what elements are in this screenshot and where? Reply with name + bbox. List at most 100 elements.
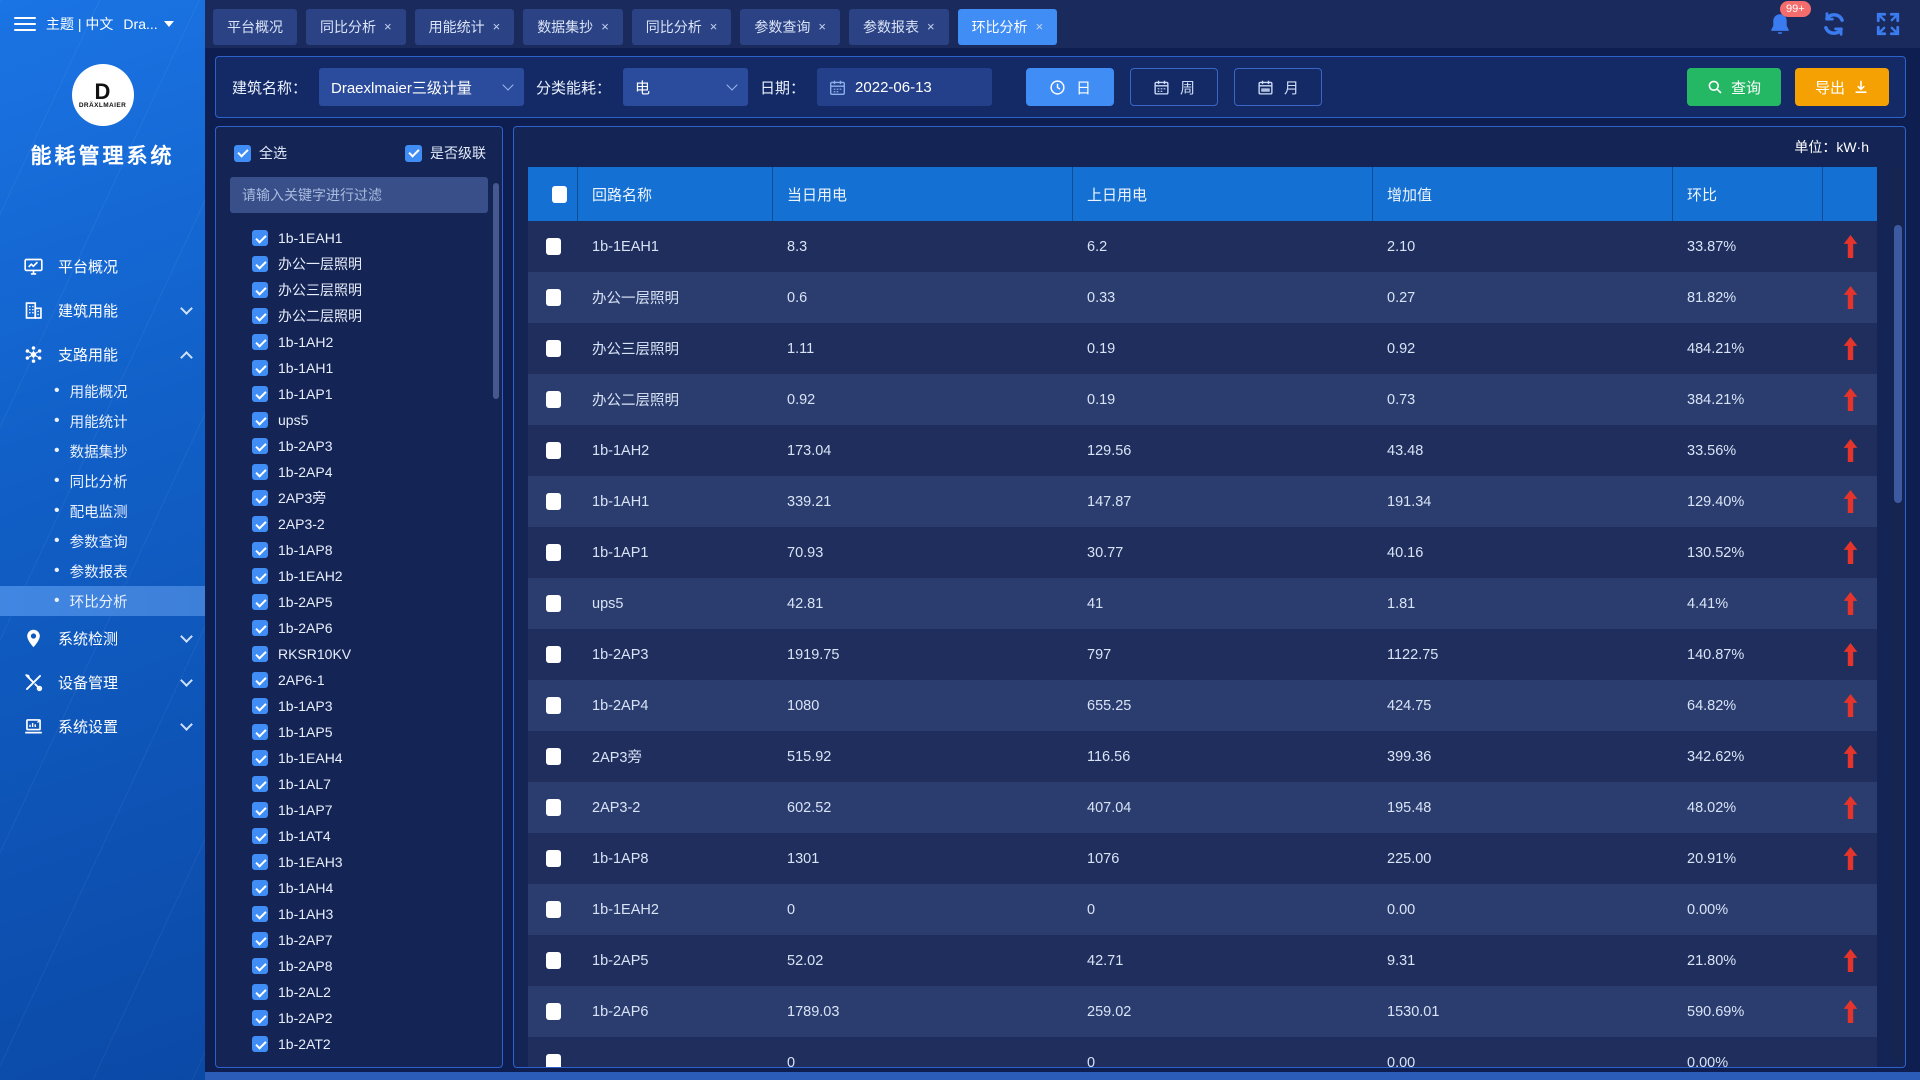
checkbox-checked-icon[interactable] [252,308,268,324]
sidebar-subitem-用能统计[interactable]: •用能统计 [0,406,205,436]
row-checkbox[interactable] [546,544,561,561]
row-checkbox[interactable] [546,442,561,459]
energy-category-select[interactable]: 电 [623,68,748,106]
column-header-增加值[interactable]: 增加值 [1373,167,1673,221]
row-checkbox[interactable] [546,697,561,714]
circuit-item-1b-1AP8[interactable]: 1b-1AP8 [252,537,488,563]
sidebar-item-支路用能[interactable]: 支路用能 [0,332,205,376]
select-all-rows-checkbox[interactable] [552,186,567,203]
tab-环比分析[interactable]: 环比分析× [958,9,1058,45]
circuit-item-办公一层照明[interactable]: 办公一层照明 [252,251,488,277]
circuit-item-1b-2AP5[interactable]: 1b-2AP5 [252,589,488,615]
column-header-当日用电[interactable]: 当日用电 [773,167,1073,221]
checkbox-checked-icon[interactable] [252,906,268,922]
tab-close-icon[interactable]: × [493,20,501,33]
tab-close-icon[interactable]: × [1036,20,1044,33]
checkbox-checked-icon[interactable] [252,620,268,636]
circuit-item-1b-1AH1[interactable]: 1b-1AH1 [252,355,488,381]
circuit-item-1b-1EAH3[interactable]: 1b-1EAH3 [252,849,488,875]
circuit-item-1b-1AH3[interactable]: 1b-1AH3 [252,901,488,927]
tab-同比分析[interactable]: 同比分析× [306,9,406,45]
checkbox-checked-icon[interactable] [252,932,268,948]
column-header-环比[interactable]: 环比 [1673,167,1823,221]
checkbox-checked-icon[interactable] [252,646,268,662]
circuit-item-1b-1AP7[interactable]: 1b-1AP7 [252,797,488,823]
export-button[interactable]: 导出 [1795,68,1889,106]
circuit-item-RKSR10KV[interactable]: RKSR10KV [252,641,488,667]
circuit-item-办公三层照明[interactable]: 办公三层照明 [252,277,488,303]
checkbox-checked-icon[interactable] [252,724,268,740]
keyword-filter-input[interactable] [230,177,488,213]
circuit-item-1b-1AH2[interactable]: 1b-1AH2 [252,329,488,355]
select-all-checkbox[interactable]: 全选 [234,143,287,163]
period-button-周[interactable]: 周 [1130,68,1218,106]
checkbox-checked-icon[interactable] [252,360,268,376]
checkbox-checked-icon[interactable] [252,594,268,610]
tab-参数报表[interactable]: 参数报表× [849,9,949,45]
circuit-item-1b-2AT2[interactable]: 1b-2AT2 [252,1031,488,1057]
row-checkbox[interactable] [546,799,561,816]
sidebar-item-设备管理[interactable]: 设备管理 [0,660,205,704]
checkbox-checked-icon[interactable] [252,776,268,792]
tab-close-icon[interactable]: × [927,20,935,33]
row-checkbox[interactable] [546,595,561,612]
circuit-item-1b-2AL2[interactable]: 1b-2AL2 [252,979,488,1005]
circuit-item-2AP3旁[interactable]: 2AP3旁 [252,485,488,511]
hamburger-icon[interactable] [14,17,36,31]
circuit-item-1b-1AP3[interactable]: 1b-1AP3 [252,693,488,719]
tab-参数查询[interactable]: 参数查询× [740,9,840,45]
row-checkbox[interactable] [546,1054,561,1067]
row-checkbox[interactable] [546,646,561,663]
sidebar-item-系统检测[interactable]: 系统检测 [0,616,205,660]
circuit-item-1b-2AP6[interactable]: 1b-2AP6 [252,615,488,641]
sidebar-item-系统设置[interactable]: 系统设置 [0,704,205,748]
row-checkbox[interactable] [546,493,561,510]
column-header-上日用电[interactable]: 上日用电 [1073,167,1373,221]
tab-同比分析[interactable]: 同比分析× [632,9,732,45]
notifications-bell-icon[interactable]: 99+ [1766,10,1794,38]
circuit-item-1b-1AP1[interactable]: 1b-1AP1 [252,381,488,407]
cascade-checkbox[interactable]: 是否级联 [405,143,486,163]
column-header-回路名称[interactable]: 回路名称 [578,167,773,221]
tab-close-icon[interactable]: × [818,20,826,33]
sidebar-subitem-参数报表[interactable]: •参数报表 [0,556,205,586]
sidebar-item-建筑用能[interactable]: 建筑用能 [0,288,205,332]
checkbox-checked-icon[interactable] [252,984,268,1000]
circuit-item-clipped[interactable] [252,1057,488,1061]
checkbox-checked-icon[interactable] [252,256,268,272]
circuit-item-2AP3-2[interactable]: 2AP3-2 [252,511,488,537]
sidebar-subitem-用能概况[interactable]: •用能概况 [0,376,205,406]
checkbox-checked-icon[interactable] [252,672,268,688]
circuit-item-1b-1EAH2[interactable]: 1b-1EAH2 [252,563,488,589]
checkbox-checked-icon[interactable] [252,334,268,350]
circuit-item-1b-1EAH1[interactable]: 1b-1EAH1 [252,225,488,251]
tab-数据集抄[interactable]: 数据集抄× [523,9,623,45]
period-button-月[interactable]: 月 [1234,68,1322,106]
table-scrollbar-thumb[interactable] [1894,225,1902,503]
checkbox-checked-icon[interactable] [252,386,268,402]
row-checkbox[interactable] [546,748,561,765]
checkbox-checked-icon[interactable] [252,880,268,896]
circuit-item-1b-1AL7[interactable]: 1b-1AL7 [252,771,488,797]
circuit-item-办公二层照明[interactable]: 办公二层照明 [252,303,488,329]
fullscreen-icon[interactable] [1874,10,1902,38]
checkbox-checked-icon[interactable] [252,438,268,454]
checkbox-checked-icon[interactable] [252,490,268,506]
period-button-日[interactable]: 日 [1026,68,1114,106]
checkbox-checked-icon[interactable] [252,1036,268,1052]
circuit-item-1b-1EAH4[interactable]: 1b-1EAH4 [252,745,488,771]
query-button[interactable]: 查询 [1687,68,1781,106]
checkbox-checked-icon[interactable] [252,750,268,766]
row-checkbox[interactable] [546,1003,561,1020]
row-checkbox[interactable] [546,850,561,867]
theme-language-switch[interactable]: 主题 | 中文 [46,14,113,34]
circuit-item-1b-2AP3[interactable]: 1b-2AP3 [252,433,488,459]
checkbox-checked-icon[interactable] [252,1010,268,1026]
circuit-item-1b-1AP5[interactable]: 1b-1AP5 [252,719,488,745]
circuit-item-1b-2AP4[interactable]: 1b-2AP4 [252,459,488,485]
checkbox-checked-icon[interactable] [252,828,268,844]
tab-close-icon[interactable]: × [710,20,718,33]
checkbox-checked-icon[interactable] [252,516,268,532]
row-checkbox[interactable] [546,289,561,306]
list-scrollbar-thumb[interactable] [493,183,499,399]
